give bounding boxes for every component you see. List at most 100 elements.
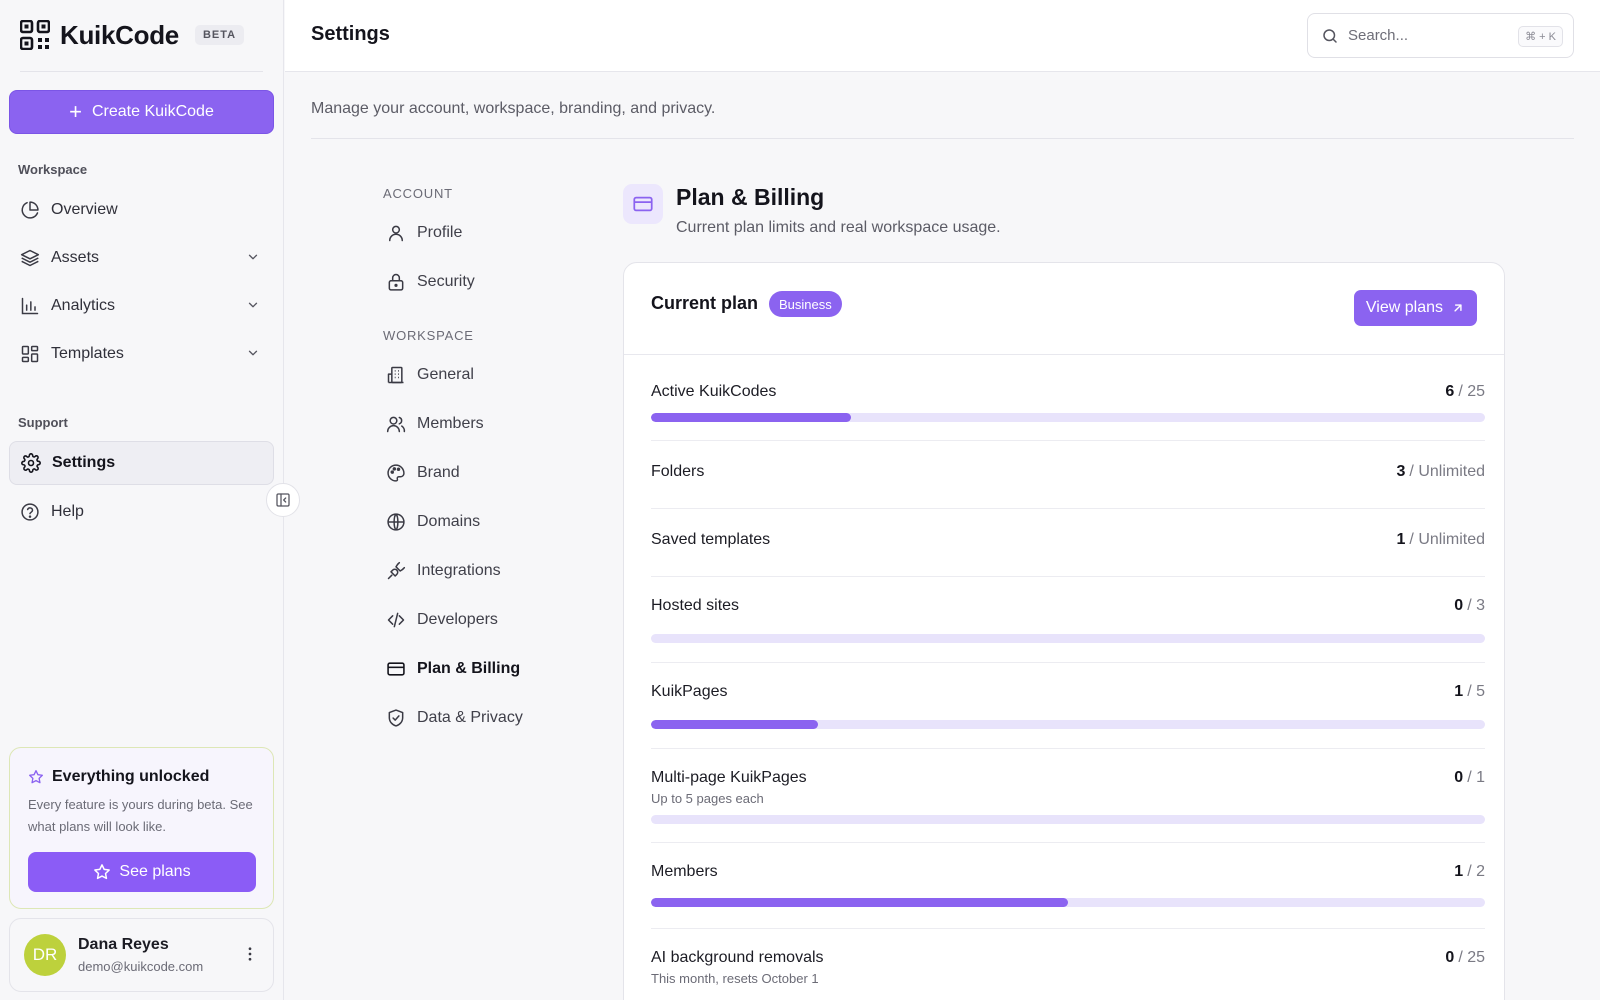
- pie-chart-icon: [19, 199, 41, 221]
- sidebar-divider: [20, 71, 263, 72]
- help-circle-icon: [19, 501, 41, 523]
- page-title: Settings: [311, 23, 390, 45]
- chevron-down-icon[interactable]: [246, 250, 260, 264]
- credit-card-icon: [623, 184, 663, 224]
- sidebar-item-help[interactable]: Help: [9, 490, 274, 534]
- usage-row-active-kuikcodes: Active KuikCodes 6/ 25: [651, 355, 1485, 441]
- credit-card-icon: [385, 658, 407, 680]
- collapse-sidebar-button[interactable]: [266, 483, 300, 517]
- settings-nav-brand[interactable]: Brand: [385, 458, 460, 488]
- palette-icon: [385, 462, 407, 484]
- chevron-down-icon[interactable]: [246, 346, 260, 360]
- usage-value: 6/ 25: [1445, 383, 1485, 401]
- settings-nav-label: Integrations: [417, 562, 501, 579]
- workspace-settings-label: WORKSPACE: [383, 328, 474, 343]
- usage-note: This month, resets October 1: [651, 971, 819, 986]
- usage-value: 0/ 3: [1454, 597, 1485, 615]
- view-plans-button[interactable]: View plans: [1353, 290, 1477, 326]
- settings-nav-members[interactable]: Members: [385, 409, 484, 439]
- sidebar-item-label: Templates: [51, 345, 124, 362]
- plan-badge: Business: [769, 291, 842, 317]
- usage-row-kuikpages: KuikPages 1/ 5: [651, 663, 1485, 749]
- shield-check-icon: [385, 707, 407, 729]
- usage-bar-fill: [651, 720, 818, 729]
- settings-nav-label: General: [417, 366, 474, 383]
- page-subtitle: Manage your account, workspace, branding…: [311, 100, 716, 117]
- create-kuikcode-button[interactable]: + Create KuikCode: [9, 90, 274, 134]
- beta-promo-card: Everything unlocked Every feature is you…: [9, 747, 274, 909]
- section-title: Plan & Billing: [676, 184, 825, 210]
- sidebar-item-label: Overview: [51, 201, 118, 218]
- settings-nav-label: Members: [417, 415, 484, 432]
- user-name: Dana Reyes: [78, 936, 169, 953]
- search-shortcut: ⌘ + K: [1518, 26, 1563, 47]
- usage-label: Hosted sites: [651, 597, 740, 614]
- usage-limit: / Unlimited: [1409, 463, 1485, 480]
- usage-limit: / 1: [1467, 769, 1485, 786]
- usage-bar: [651, 815, 1485, 824]
- search-input[interactable]: Search... ⌘ + K: [1307, 13, 1574, 58]
- usage-row-hosted-sites: Hosted sites 0/ 3: [651, 577, 1485, 663]
- settings-nav-integrations[interactable]: Integrations: [385, 556, 501, 586]
- usage-used: 6: [1445, 383, 1455, 400]
- usage-limit: / 5: [1467, 683, 1485, 700]
- layers-icon: [19, 247, 41, 269]
- usage-value: 1/ 2: [1454, 863, 1485, 881]
- settings-nav-label: Security: [417, 273, 475, 290]
- current-plan-heading: Current plan: [651, 293, 759, 313]
- sidebar-collapse-icon: [276, 493, 290, 507]
- sidebar: KuikCode BETA + Create KuikCode Workspac…: [0, 0, 284, 1000]
- usage-limit: / 2: [1467, 863, 1485, 880]
- usage-bar: [651, 634, 1485, 643]
- user-card[interactable]: DR Dana Reyes demo@kuikcode.com: [9, 918, 274, 992]
- usage-bar-fill: [651, 898, 1068, 907]
- settings-nav-plan-billing[interactable]: Plan & Billing: [385, 654, 520, 684]
- sidebar-item-label: Analytics: [51, 297, 116, 314]
- settings-nav-label: Profile: [417, 224, 463, 241]
- usage-label: Multi-page KuikPages: [651, 769, 807, 786]
- usage-limit: / 25: [1458, 383, 1485, 400]
- settings-nav-data-privacy[interactable]: Data & Privacy: [385, 703, 523, 733]
- section-header: Plan & Billing Current plan limits and r…: [623, 184, 1001, 237]
- usage-row-members: Members 1/ 2: [651, 843, 1485, 929]
- usage-value: 1/ Unlimited: [1397, 531, 1485, 549]
- gear-icon: [20, 452, 42, 474]
- star-icon: [28, 769, 44, 785]
- sidebar-item-templates[interactable]: Templates: [9, 332, 274, 376]
- workspace-section-label: Workspace: [18, 162, 88, 177]
- user-icon: [385, 222, 407, 244]
- promo-title: Everything unlocked: [52, 768, 210, 785]
- settings-nav-domains[interactable]: Domains: [385, 507, 480, 537]
- usage-bar: [651, 898, 1485, 907]
- settings-nav-developers[interactable]: Developers: [385, 605, 498, 635]
- settings-nav-label: Developers: [417, 611, 498, 628]
- sidebar-item-overview[interactable]: Overview: [9, 188, 274, 232]
- chevron-down-icon[interactable]: [246, 298, 260, 312]
- usage-row-multi-page-kuikpages: Multi-page KuikPages Up to 5 pages each …: [651, 749, 1485, 843]
- search-placeholder: Search...: [1348, 27, 1409, 44]
- settings-nav-security[interactable]: Security: [385, 267, 475, 297]
- section-subtitle: Current plan limits and real workspace u…: [676, 219, 1001, 236]
- more-vertical-icon[interactable]: [241, 945, 259, 963]
- star-icon: [93, 863, 111, 881]
- users-icon: [385, 413, 407, 435]
- app-name: KuikCode: [60, 19, 179, 50]
- sidebar-item-analytics[interactable]: Analytics: [9, 284, 274, 328]
- globe-icon: [385, 511, 407, 533]
- usage-used: 0: [1454, 769, 1464, 786]
- usage-value: 0/ 25: [1445, 949, 1485, 967]
- usage-bar: [651, 413, 1485, 422]
- sidebar-item-settings[interactable]: Settings: [9, 441, 274, 485]
- usage-row-saved-templates: Saved templates 1/ Unlimited: [651, 509, 1485, 577]
- usage-label: Members: [651, 863, 718, 880]
- settings-nav-general[interactable]: General: [385, 360, 474, 390]
- usage-used: 0: [1454, 597, 1464, 614]
- see-plans-button[interactable]: See plans: [28, 852, 256, 892]
- sidebar-item-assets[interactable]: Assets: [9, 236, 274, 280]
- settings-nav-profile[interactable]: Profile: [385, 218, 462, 248]
- arrow-up-right-icon: [1451, 301, 1465, 315]
- layout-grid-icon: [19, 343, 41, 365]
- account-section-label: ACCOUNT: [383, 186, 453, 201]
- app-logo[interactable]: KuikCode BETA: [20, 18, 245, 52]
- usage-used: 0: [1445, 949, 1455, 966]
